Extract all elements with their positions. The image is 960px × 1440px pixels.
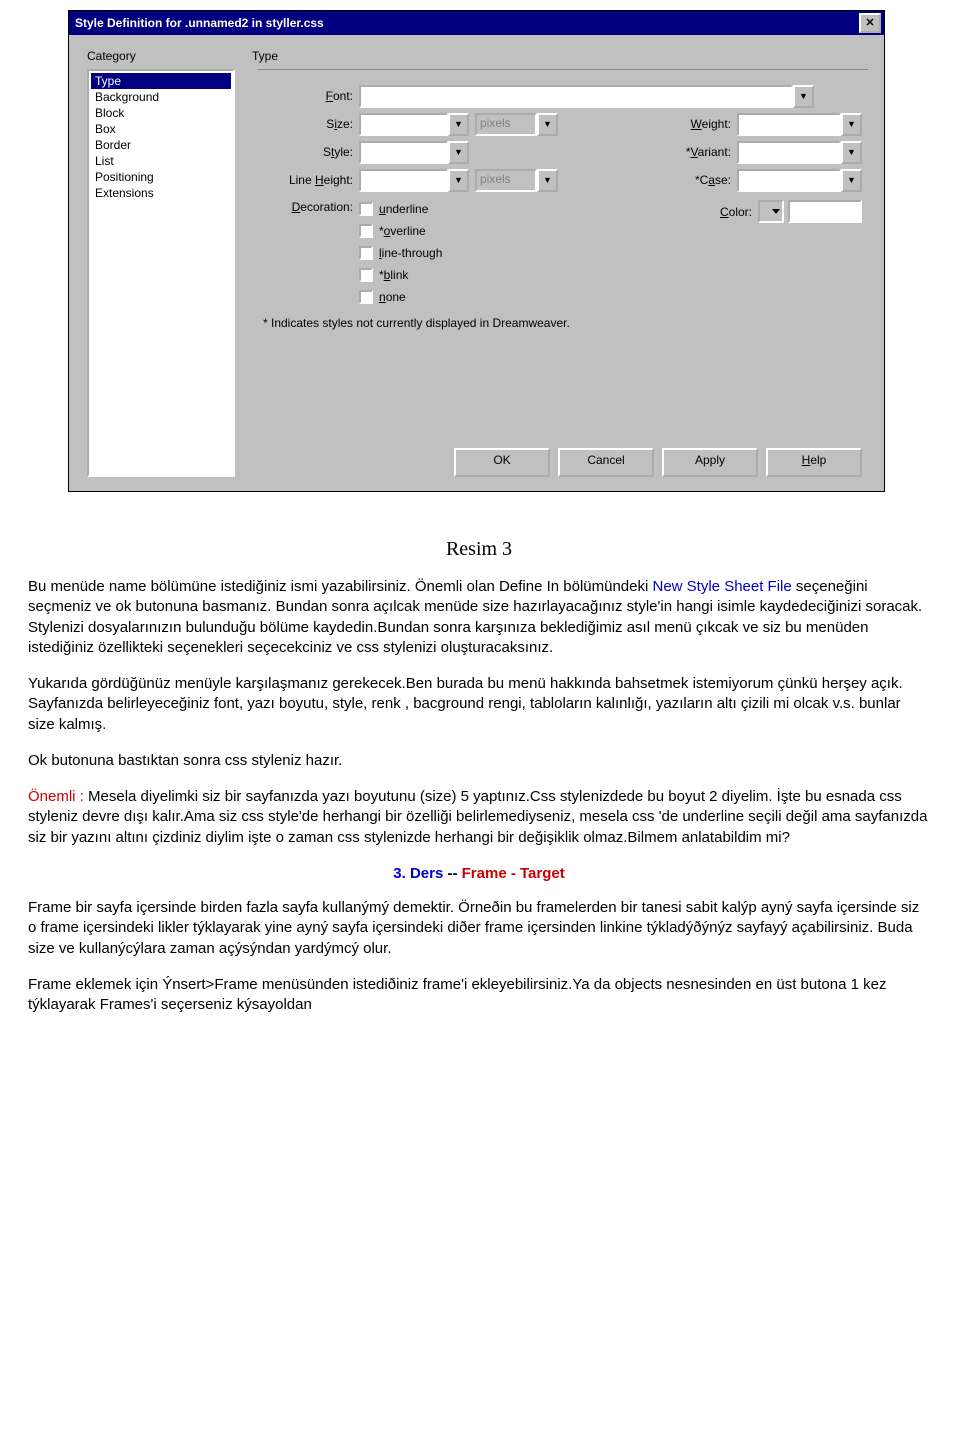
chevron-down-icon [537,113,558,136]
decoration-label: Decoration: [263,198,359,214]
weight-label: Weight: [671,117,737,131]
document-body: Resim 3 Bu menüde name bölümüne istediği… [0,536,960,1035]
category-item-background[interactable]: Background [91,89,231,105]
lineheight-select[interactable] [359,169,469,192]
ok-button[interactable]: OK [454,448,550,477]
category-item-block[interactable]: Block [91,105,231,121]
paragraph-6: Frame eklemek için Ýnsert>Frame menüsünd… [28,975,930,1016]
chevron-down-icon[interactable] [841,169,862,192]
size-label: Size: [263,117,359,131]
style-label: Style: [263,145,359,159]
category-label: Category [87,49,252,63]
chevron-down-icon[interactable] [448,169,469,192]
paragraph-3: Ok butonuna bastıktan sonra css styleniz… [28,751,930,771]
footnote-text: * Indicates styles not currently display… [263,308,862,330]
size-unit-select: pixels [475,113,558,136]
checkbox-underline[interactable]: underline [359,198,442,220]
paragraph-1: Bu menüde name bölümüne istediğiniz ismi… [28,577,930,658]
style-definition-dialog: Style Definition for .unnamed2 in stylle… [68,10,885,492]
paragraph-4: Önemli : Mesela diyelimki siz bir sayfan… [28,787,930,848]
category-item-type[interactable]: Type [91,73,231,89]
size-select[interactable] [359,113,469,136]
variant-label: *Variant: [661,145,737,159]
checkbox-blink[interactable]: *blink [359,264,442,286]
color-input[interactable] [788,200,862,223]
font-label: Font: [263,89,359,103]
type-label: Type [252,49,278,63]
chevron-down-icon[interactable] [448,141,469,164]
category-item-positioning[interactable]: Positioning [91,169,231,185]
dialog-title: Style Definition for .unnamed2 in stylle… [75,16,324,30]
apply-button[interactable]: Apply [662,448,758,477]
chevron-down-icon[interactable] [448,113,469,136]
lineheight-unit-select: pixels [475,169,558,192]
category-item-list[interactable]: List [91,153,231,169]
chevron-down-icon[interactable] [793,85,814,108]
paragraph-5: Frame bir sayfa içersinde birden fazla s… [28,898,930,959]
weight-select[interactable] [737,113,862,136]
checkbox-overline[interactable]: *overline [359,220,442,242]
titlebar: Style Definition for .unnamed2 in stylle… [69,11,884,35]
figure-caption: Resim 3 [28,536,930,563]
color-picker-icon[interactable] [758,200,784,223]
chevron-down-icon [537,169,558,192]
checkbox-none[interactable]: none [359,286,442,308]
close-icon[interactable]: ✕ [859,13,881,33]
paragraph-2: Yukarıda gördüğünüz menüyle karşılaşmanı… [28,674,930,735]
font-select[interactable] [359,85,814,108]
case-select[interactable] [737,169,862,192]
section-heading-3: 3. Ders -- Frame - Target [28,864,930,884]
category-item-border[interactable]: Border [91,137,231,153]
category-item-extensions[interactable]: Extensions [91,185,231,201]
checkbox-linethrough[interactable]: line-through [359,242,442,264]
case-label: *Case: [671,173,737,187]
cancel-button[interactable]: Cancel [558,448,654,477]
help-button[interactable]: Help [766,448,862,477]
category-list[interactable]: Type Background Block Box Border List Po… [87,69,235,477]
category-item-box[interactable]: Box [91,121,231,137]
style-select[interactable] [359,141,469,164]
chevron-down-icon[interactable] [841,141,862,164]
variant-select[interactable] [737,141,862,164]
color-label: Color: [692,205,758,219]
lineheight-label: Line Height: [263,173,359,187]
chevron-down-icon[interactable] [841,113,862,136]
